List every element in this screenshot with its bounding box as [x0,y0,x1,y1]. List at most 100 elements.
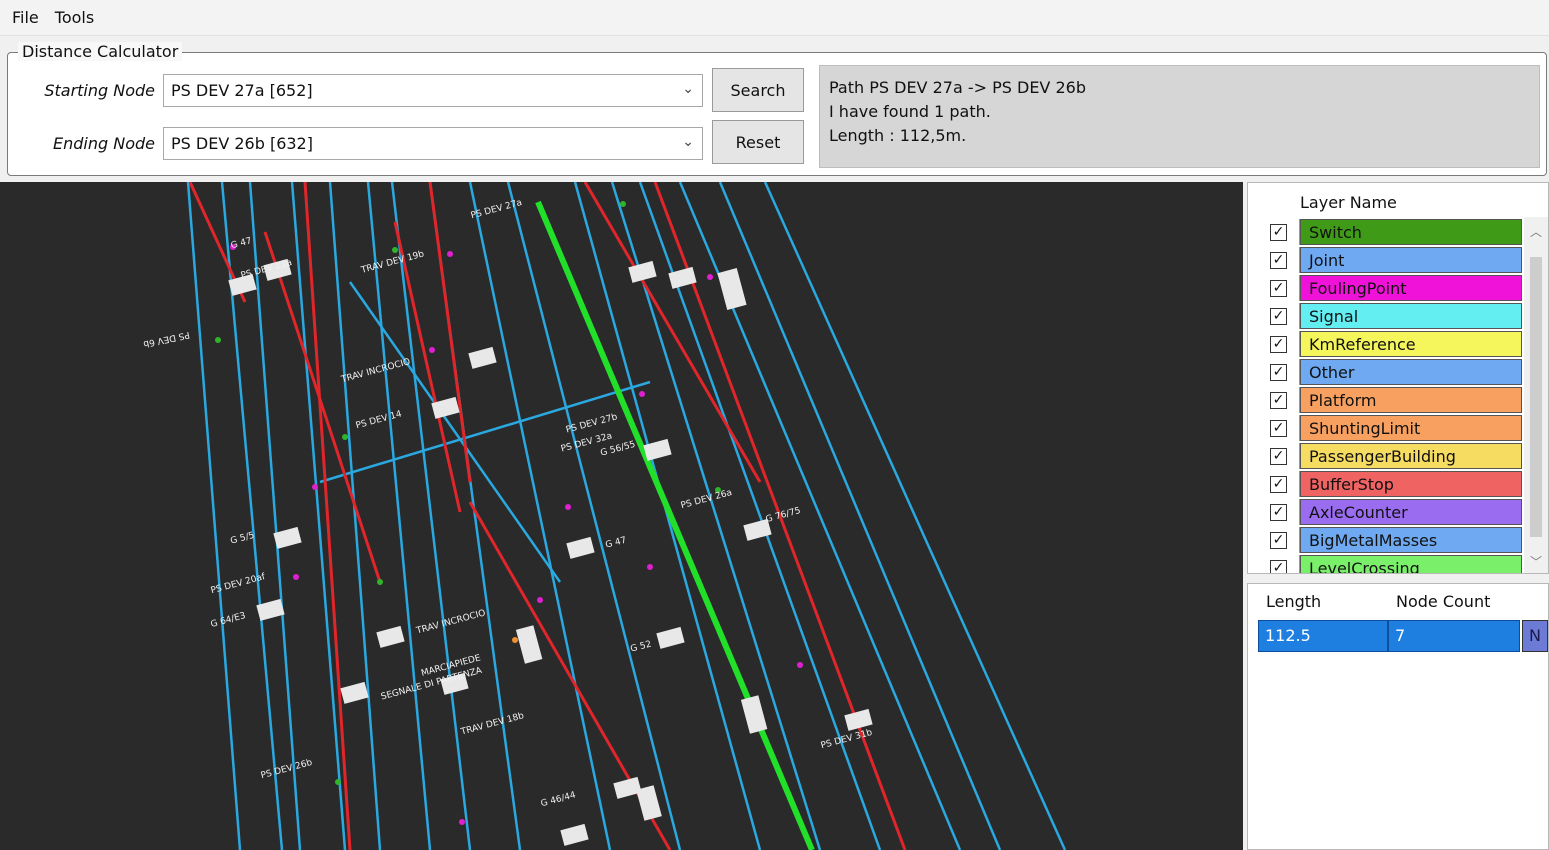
layer-checkbox-cell[interactable]: ✓ [1258,387,1300,413]
layer-checkbox[interactable]: ✓ [1270,531,1287,549]
layer-row[interactable]: ✓ KmReference [1258,331,1522,357]
layer-checkbox[interactable]: ✓ [1270,447,1287,465]
node-dot [639,391,645,397]
layer-name-cell[interactable]: Switch [1300,219,1522,245]
node-dot [707,274,713,280]
menu-tools[interactable]: Tools [47,6,102,29]
layer-row[interactable]: ✓ BufferStop [1258,471,1522,497]
layer-row[interactable]: ✓ Signal [1258,303,1522,329]
map-label: G 64/E3 [210,611,247,630]
layer-checkbox-cell[interactable]: ✓ [1258,443,1300,469]
menu-file[interactable]: File [4,6,47,29]
layer-checkbox[interactable]: ✓ [1270,503,1287,521]
chevron-down-icon[interactable]: ⌄ [682,134,694,150]
layer-checkbox-cell[interactable]: ✓ [1258,359,1300,385]
layer-row[interactable]: ✓ BigMetalMasses [1258,527,1522,553]
path-count-cell[interactable]: 7 [1388,620,1520,652]
ending-node-combo[interactable]: PS DEV 26b [632] ⌄ [163,127,703,160]
map-label: TRAV DEV 19b [359,249,425,276]
layer-list[interactable]: Layer Name ✓ Switch ✓ Joint ✓ FoulingPoint ✓ Si… [1247,182,1549,574]
map-label: TRAV INCROCIO [415,608,487,636]
layer-checkbox-cell[interactable]: ✓ [1258,555,1300,573]
layer-name-cell[interactable]: KmReference [1300,331,1522,357]
map-label: PS DEV 14 [355,409,403,431]
layer-checkbox-cell[interactable]: ✓ [1258,219,1300,245]
layer-checkbox-cell[interactable]: ✓ [1258,303,1300,329]
search-button[interactable]: Search [712,68,804,112]
layer-checkbox-cell[interactable]: ✓ [1258,331,1300,357]
node-dot [565,504,571,510]
layer-name-cell[interactable]: Signal [1300,303,1522,329]
layer-row[interactable]: ✓ Platform [1258,387,1522,413]
layer-name-cell[interactable]: Platform [1300,387,1522,413]
map-label: G 47 [604,536,627,551]
layer-name-cell[interactable]: LevelCrossing [1300,555,1522,573]
layer-checkbox[interactable]: ✓ [1270,363,1287,381]
layer-name-cell[interactable]: ShuntingLimit [1300,415,1522,441]
layer-checkbox[interactable]: ✓ [1270,307,1287,325]
layer-name-cell[interactable]: FoulingPoint [1300,275,1522,301]
track-line [468,182,612,850]
node-dot [293,574,299,580]
layer-checkbox[interactable]: ✓ [1270,279,1287,297]
node-marker [468,346,497,369]
layer-row[interactable]: ✓ Switch [1258,219,1522,245]
node-dot [377,579,383,585]
layer-scrollbar[interactable]: ︿ ﹀ [1524,217,1548,573]
starting-node-combo[interactable]: PS DEV 27a [652] ⌄ [163,74,703,107]
track-line [248,182,302,850]
red-track [428,182,472,483]
starting-node-value: PS DEV 27a [652] [171,81,313,100]
layer-checkbox[interactable]: ✓ [1270,391,1287,409]
map-label: TRAV INCROCIO [339,357,411,385]
node-dot [447,251,453,257]
node-marker [566,536,595,559]
layer-checkbox[interactable]: ✓ [1270,475,1287,493]
layer-row[interactable]: ✓ PassengerBuilding [1258,443,1522,469]
track-map-view[interactable]: PS DEV 6b G 47 TRAV INCROCIO PS DEV 27b … [0,182,1243,850]
paths-grid[interactable]: Length Node Count 112.5 7 N [1247,583,1549,850]
node-dot [512,637,518,643]
path-length-cell[interactable]: 112.5 [1258,620,1388,652]
map-label: G 52 [629,640,652,655]
layer-name-cell[interactable]: BufferStop [1300,471,1522,497]
layer-name-cell[interactable]: PassengerBuilding [1300,443,1522,469]
layer-row[interactable]: ✓ ShuntingLimit [1258,415,1522,441]
layer-checkbox[interactable]: ✓ [1270,223,1287,241]
layer-checkbox-cell[interactable]: ✓ [1258,275,1300,301]
layer-row[interactable]: ✓ Other [1258,359,1522,385]
layer-row[interactable]: ✓ LevelCrossing [1258,555,1522,573]
layer-checkbox-cell[interactable]: ✓ [1258,471,1300,497]
map-label: TRAV DEV 18b [459,711,525,738]
node-marker [560,823,589,846]
node-marker [636,785,662,821]
scroll-thumb[interactable] [1530,257,1542,537]
layer-checkbox-cell[interactable]: ✓ [1258,247,1300,273]
layer-row[interactable]: ✓ Joint [1258,247,1522,273]
layer-checkbox[interactable]: ✓ [1270,559,1287,573]
reset-button[interactable]: Reset [712,120,804,164]
layer-name-cell[interactable]: Other [1300,359,1522,385]
scroll-down-icon[interactable]: ﹀ [1530,553,1542,570]
path-flag-cell[interactable]: N [1522,620,1548,652]
node-dot [429,347,435,353]
layer-checkbox[interactable]: ✓ [1270,419,1287,437]
track-map-canvas[interactable]: PS DEV 6b G 47 TRAV INCROCIO PS DEV 27b … [0,182,1243,850]
scroll-up-icon[interactable]: ︿ [1530,223,1542,240]
track-line [319,380,651,484]
layer-name-cell[interactable]: AxleCounter [1300,499,1522,525]
layer-checkbox-cell[interactable]: ✓ [1258,415,1300,441]
result-line: Length : 112,5m. [829,126,967,145]
layer-name-cell[interactable]: Joint [1300,247,1522,273]
track-line [763,182,1067,850]
layer-row[interactable]: ✓ FoulingPoint [1258,275,1522,301]
layer-checkbox[interactable]: ✓ [1270,335,1287,353]
map-label: PS DEV 26b [260,758,314,781]
chevron-down-icon[interactable]: ⌄ [682,81,694,97]
layer-row[interactable]: ✓ AxleCounter [1258,499,1522,525]
layer-checkbox[interactable]: ✓ [1270,251,1287,269]
layer-checkbox-cell[interactable]: ✓ [1258,527,1300,553]
layer-name-cell[interactable]: BigMetalMasses [1300,527,1522,553]
layer-checkbox-cell[interactable]: ✓ [1258,499,1300,525]
node-marker [717,268,747,310]
